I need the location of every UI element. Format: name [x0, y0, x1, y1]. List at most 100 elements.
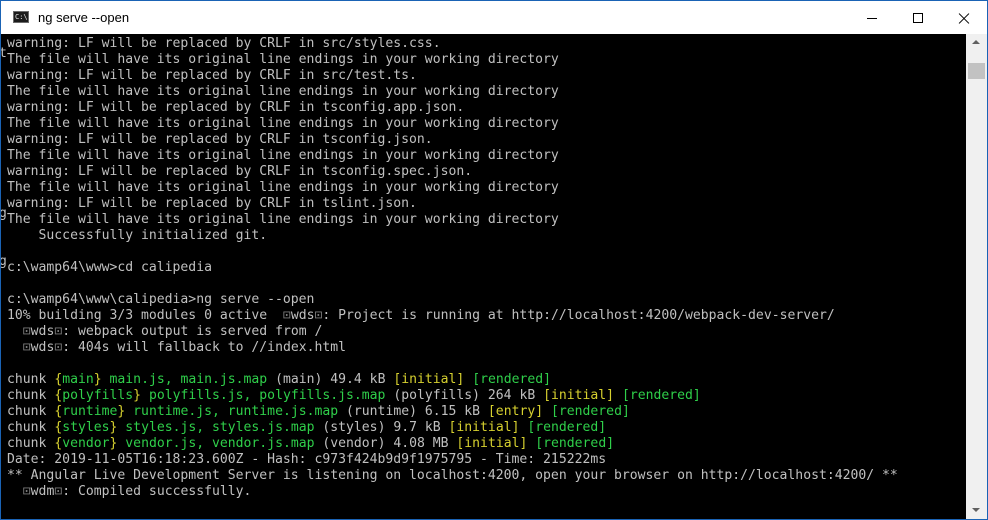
console-line: ⊡wds⊡: 404s will fallback to //index.htm… — [7, 340, 898, 356]
console-text: [entry] — [487, 404, 544, 419]
console-line: The file will have its original line end… — [7, 116, 898, 132]
console-text: chunk — [7, 420, 55, 435]
console-edge-char: g — [1, 254, 7, 270]
maximize-icon — [913, 13, 923, 23]
console-text: (styles) 9.7 kB — [314, 420, 449, 435]
console-text: [rendered] — [527, 420, 607, 435]
console-text: [initial] — [393, 372, 465, 387]
console-text: [rendered] — [551, 404, 630, 419]
console-output[interactable]: t g g warning: LF will be replaced by CRLF… — [1, 34, 966, 519]
minimize-button[interactable] — [849, 1, 895, 34]
console-line: chunk {styles} styles.js, styles.js.map … — [7, 420, 898, 436]
vertical-scrollbar[interactable] — [966, 34, 987, 519]
console-text: Successfully initialized git. — [7, 228, 268, 243]
console-text: chunk — [7, 436, 55, 451]
console-text: Date: 2019-11-05T16:18:23.600Z - Hash: c… — [7, 452, 607, 467]
console-text: main — [62, 372, 94, 387]
console-line: ** Angular Live Development Server is li… — [7, 468, 898, 484]
console-text: runtime — [62, 404, 118, 419]
arrow-down-icon — [972, 508, 980, 512]
console-line: warning: LF will be replaced by CRLF in … — [7, 132, 898, 148]
console-lines: warning: LF will be replaced by CRLF in … — [7, 36, 898, 500]
scroll-up-button[interactable] — [966, 34, 987, 51]
console-text: : webpack output is served from / — [62, 324, 323, 339]
console-line: warning: LF will be replaced by CRLF in … — [7, 68, 898, 84]
console-text: wds — [30, 340, 55, 355]
console-text: } — [133, 388, 142, 403]
console-line: warning: LF will be replaced by CRLF in … — [7, 100, 898, 116]
console-text: chunk — [7, 388, 55, 403]
console-line: c:\wamp64\www\calipedia>ng serve --open — [7, 292, 898, 308]
console-edge-char: g — [1, 206, 7, 222]
console-text: warning: LF will be replaced by CRLF in … — [7, 132, 433, 147]
console-edge-char: t — [1, 46, 7, 62]
window-title: ng serve --open — [38, 10, 130, 25]
console-text: [initial] — [456, 436, 528, 451]
console-text: The file will have its original line end… — [7, 84, 559, 99]
console-text: ⊡ — [22, 340, 31, 355]
console-text: styles.js, styles.js.map — [125, 420, 315, 435]
console-text: warning: LF will be replaced by CRLF in … — [7, 36, 441, 51]
console-text: chunk — [7, 404, 55, 419]
console-line: c:\wamp64\www>cd calipedia — [7, 260, 898, 276]
scroll-down-button[interactable] — [966, 502, 987, 519]
close-button[interactable] — [941, 1, 987, 34]
console-line: warning: LF will be replaced by CRLF in … — [7, 196, 898, 212]
maximize-button[interactable] — [895, 1, 941, 34]
cmd-icon[interactable]: C:\ — [13, 11, 29, 23]
console-text: : 404s will fallback to //index.html — [62, 340, 347, 355]
console-text: warning: LF will be replaced by CRLF in … — [7, 100, 465, 115]
console-text: [initial] — [448, 420, 520, 435]
console-text: polyfills — [62, 388, 134, 403]
console-text: wds — [30, 324, 55, 339]
console-text: chunk — [7, 372, 55, 387]
console-text: runtime.js, runtime.js.map — [133, 404, 339, 419]
console-line: The file will have its original line end… — [7, 84, 898, 100]
arrow-up-icon — [972, 40, 980, 44]
console-text: polyfills.js, polyfills.js.map — [148, 388, 386, 403]
cmd-icon-glyph: C:\ — [15, 13, 28, 21]
console-text: The file will have its original line end… — [7, 116, 559, 131]
console-text: c:\wamp64\www>cd calipedia — [7, 260, 212, 275]
console-text: (vendor) 4.08 MB — [314, 436, 457, 451]
console-text: warning: LF will be replaced by CRLF in … — [7, 164, 473, 179]
console-line: The file will have its original line end… — [7, 52, 898, 68]
console-line: Date: 2019-11-05T16:18:23.600Z - Hash: c… — [7, 452, 898, 468]
console-text: c:\wamp64\www\calipedia>ng serve --open — [7, 292, 315, 307]
console-text: ⊡ — [22, 484, 31, 499]
console-text: The file will have its original line end… — [7, 52, 559, 67]
console-text: 10% building 3/3 modules 0 active — [7, 308, 276, 323]
console-text: } — [93, 372, 102, 387]
console-line: The file will have its original line end… — [7, 180, 898, 196]
console-line: chunk {polyfills} polyfills.js, polyfill… — [7, 388, 898, 404]
console-text: [rendered] — [472, 372, 552, 387]
console-text: vendor.js, vendor.js.map — [125, 436, 315, 451]
console-text: wds — [290, 308, 315, 323]
console-text: warning: LF will be replaced by CRLF in … — [7, 196, 417, 211]
console-text: ** Angular Live Development Server is li… — [7, 468, 898, 483]
console-text: The file will have its original line end… — [7, 148, 559, 163]
console-text: (main) 49.4 kB — [267, 372, 394, 387]
console-line: warning: LF will be replaced by CRLF in … — [7, 164, 898, 180]
console-text: wdm — [30, 484, 55, 499]
console-text: [rendered] — [535, 436, 615, 451]
console-text: [rendered] — [621, 388, 701, 403]
console-text: main.js, main.js.map — [109, 372, 268, 387]
console-text: : Project is running at http://localhost… — [322, 308, 835, 323]
title-bar[interactable]: C:\ ng serve --open — [1, 1, 987, 34]
scrollbar-thumb[interactable] — [968, 63, 985, 79]
console-line: ⊡wdm⊡: Compiled successfully. — [7, 484, 898, 500]
console-text: : Compiled successfully. — [62, 484, 252, 499]
minimize-icon — [867, 18, 877, 19]
